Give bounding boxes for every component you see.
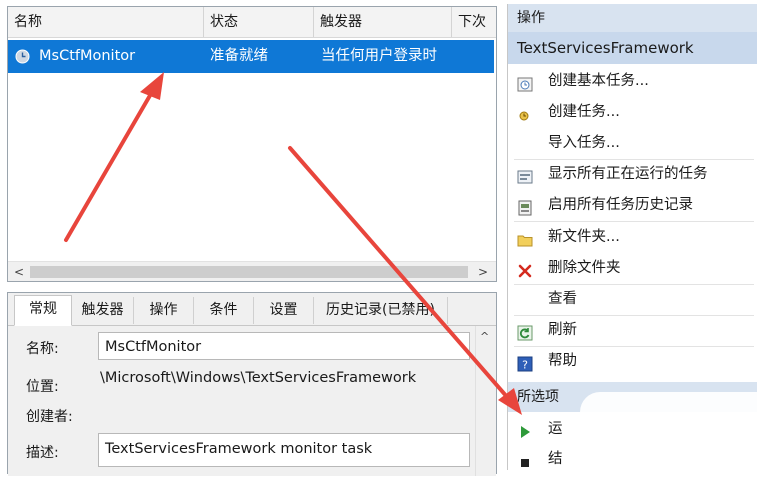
annotation-arrows [64,72,522,415]
arrow-to-run-action [288,146,522,415]
arrow-to-task-row [64,72,164,242]
